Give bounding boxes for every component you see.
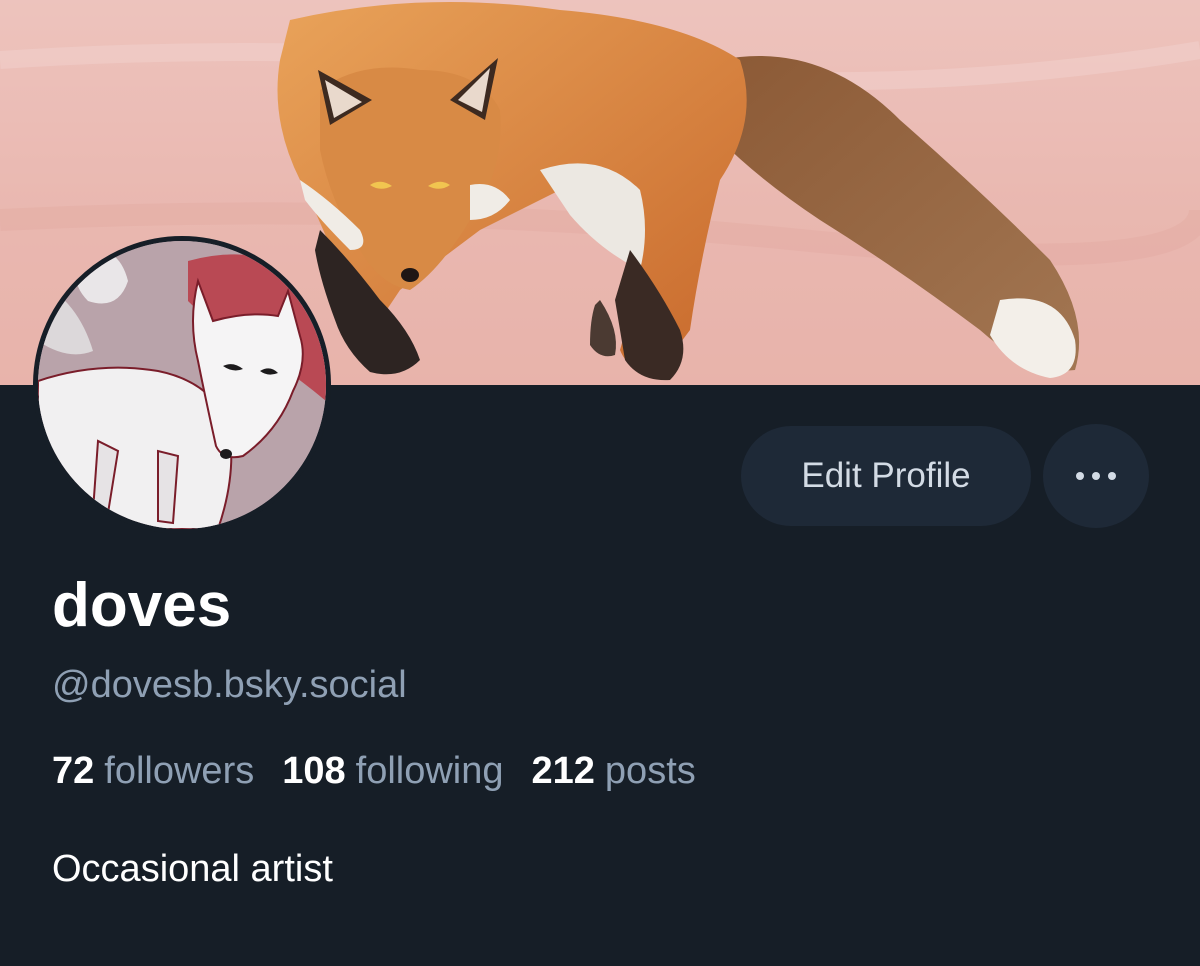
profile-handle: @dovesb.bsky.social [52, 664, 407, 706]
following-link[interactable]: 108 following [282, 748, 503, 794]
followers-link[interactable]: 72 followers [52, 748, 254, 794]
posts-count: 212 [531, 750, 595, 792]
posts-stat: 212 posts [532, 748, 696, 794]
profile-bio: Occasional artist [52, 848, 333, 890]
followers-label: followers [104, 750, 255, 792]
following-label: following [355, 750, 504, 792]
posts-label: posts [604, 750, 696, 792]
more-horizontal-icon [1076, 472, 1116, 480]
followers-count: 72 [52, 750, 95, 792]
following-count: 108 [282, 750, 346, 792]
white-fox-avatar-illustration [38, 241, 326, 529]
avatar[interactable] [33, 236, 331, 534]
edit-profile-button[interactable]: Edit Profile [741, 426, 1031, 526]
profile-stats: 72 followers 108 following 212 posts [52, 748, 696, 794]
display-name: doves [52, 571, 232, 640]
more-options-button[interactable] [1043, 424, 1149, 528]
